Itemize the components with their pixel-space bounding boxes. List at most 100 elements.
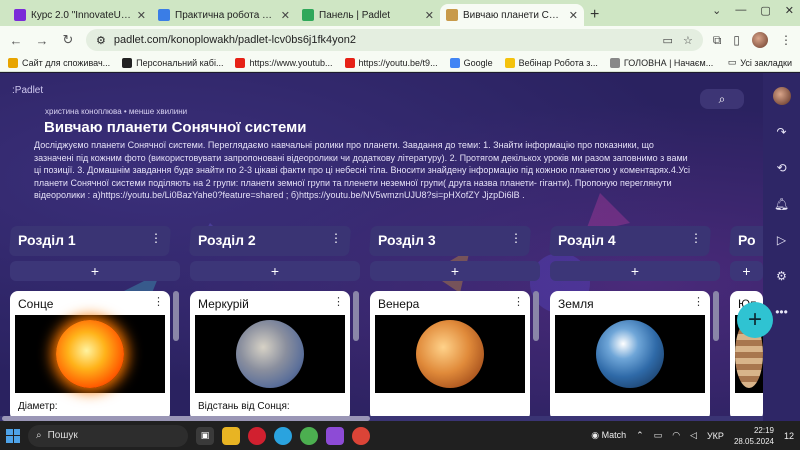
site-info-icon[interactable]: ⚙: [96, 34, 106, 47]
section-menu-icon[interactable]: ⋮: [150, 231, 162, 245]
more-icon[interactable]: •••: [773, 303, 791, 321]
post-image[interactable]: [555, 315, 705, 393]
mercury-planet-image: [236, 320, 304, 388]
browser-tab[interactable]: Практична робота №1 - Goog ✕: [152, 4, 296, 26]
close-window-icon[interactable]: ✕: [785, 4, 794, 17]
bookmark-item[interactable]: Google: [449, 57, 493, 68]
add-post-to-section-button[interactable]: +: [730, 261, 763, 281]
keyboard-language[interactable]: УКР: [707, 431, 724, 441]
bookmark-item[interactable]: https://www.youtub...: [235, 57, 333, 68]
close-tab-icon[interactable]: ✕: [569, 9, 578, 22]
chrome-icon[interactable]: [352, 426, 370, 445]
maximize-icon[interactable]: ▢: [760, 4, 770, 17]
post-image[interactable]: [195, 315, 345, 393]
bell-icon[interactable]: 🔔︎: [773, 195, 791, 213]
column-scrollbar[interactable]: [533, 291, 539, 341]
bookmark-item[interactable]: Сайт для споживач...: [8, 57, 110, 68]
earth-planet-image: [596, 320, 664, 388]
add-post-button[interactable]: +: [737, 302, 773, 338]
post-card[interactable]: Земля ⋮: [550, 291, 710, 421]
clock-date: 28.05.2024: [733, 436, 774, 446]
share-icon[interactable]: ↷: [773, 123, 791, 141]
remake-icon[interactable]: ⟲: [773, 159, 791, 177]
window-controls: ⌄ — ▢ ✕: [712, 4, 794, 17]
plus-icon: +: [270, 263, 280, 279]
network-icon[interactable]: ▭: [654, 430, 663, 441]
weather-widget[interactable]: ◉ Match: [591, 430, 626, 441]
post-card[interactable]: Меркурій ⋮ Відстань від Сонця:: [190, 291, 350, 421]
section-menu-icon[interactable]: ⋮: [510, 231, 522, 245]
post-image[interactable]: [375, 315, 525, 393]
bookmark-item[interactable]: Вебінар Робота з...: [504, 57, 598, 68]
bookmark-favicon-icon: [609, 57, 620, 68]
post-title: Меркурій: [198, 297, 249, 311]
slideshow-icon[interactable]: ▷: [773, 231, 791, 249]
column-scrollbar[interactable]: [173, 291, 179, 341]
browser-menu-icon[interactable]: ⋮: [780, 33, 792, 47]
task-view-icon[interactable]: ▣: [196, 426, 214, 445]
app-icon[interactable]: [326, 426, 344, 445]
post-menu-icon[interactable]: ⋮: [513, 295, 524, 308]
close-tab-icon[interactable]: ✕: [281, 9, 290, 22]
bookmark-star-icon[interactable]: ☆: [683, 34, 693, 47]
post-menu-icon[interactable]: ⋮: [333, 295, 344, 308]
profile-avatar[interactable]: [752, 32, 768, 48]
add-post-to-section-button[interactable]: +: [370, 261, 540, 281]
settings-icon[interactable]: ⚙: [773, 267, 791, 285]
close-tab-icon[interactable]: ✕: [137, 9, 146, 22]
post-card[interactable]: Венера ⋮: [370, 291, 530, 421]
close-tab-icon[interactable]: ✕: [425, 9, 434, 22]
tab-favicon-icon: [302, 9, 314, 21]
tab-search-icon[interactable]: ⌄: [712, 4, 721, 17]
minimize-icon[interactable]: —: [735, 4, 746, 17]
telegram-icon[interactable]: [274, 426, 292, 445]
opera-icon[interactable]: [248, 426, 266, 445]
back-icon[interactable]: ←: [8, 33, 24, 48]
post-menu-icon[interactable]: ⋮: [693, 295, 704, 308]
cast-icon[interactable]: ▭: [663, 34, 673, 47]
windows-taskbar: ⌕ Пошук ▣ ◉ Match ⌃ ▭ ◠ ◁ УКР 22:19 28.05…: [0, 421, 800, 450]
chrome-icon[interactable]: [300, 426, 318, 445]
column-scrollbar[interactable]: [353, 291, 359, 341]
clock[interactable]: 22:19 28.05.2024: [734, 425, 774, 447]
browser-tab-active[interactable]: Вивчаю планети Сонячної сис ✕: [440, 4, 584, 26]
extensions-icon[interactable]: ⧉: [713, 33, 722, 48]
post-image[interactable]: [15, 315, 165, 393]
taskbar-search[interactable]: ⌕ Пошук: [28, 424, 188, 447]
reload-icon[interactable]: ↻: [60, 32, 76, 48]
tab-favicon-icon: [158, 9, 170, 21]
post-card[interactable]: Сонце ⋮ Діаметр:: [10, 291, 170, 421]
section-label: Розділ 3: [378, 232, 436, 248]
padlet-logo[interactable]: :Padlet: [12, 85, 43, 96]
side-panel-icon[interactable]: ▯: [733, 33, 740, 47]
venus-planet-image: [416, 320, 484, 388]
section-menu-icon[interactable]: ⋮: [690, 231, 702, 245]
browser-tab[interactable]: Панель | Padlet ✕: [296, 4, 440, 26]
wifi-icon[interactable]: ◠: [672, 430, 680, 441]
windows-start-icon[interactable]: [6, 428, 20, 443]
post-menu-icon[interactable]: ⋮: [153, 295, 164, 308]
address-bar[interactable]: ⚙ padlet.com/konoplowakh/padlet-lcv0bs6j…: [86, 29, 703, 51]
browser-tab[interactable]: Курс 2.0 "InnovateU: розвиток ✕: [8, 4, 152, 26]
all-bookmarks[interactable]: ▭ Усі закладки: [728, 57, 792, 68]
section-menu-icon[interactable]: ⋮: [330, 231, 342, 245]
user-avatar[interactable]: [772, 87, 791, 105]
file-explorer-icon[interactable]: [222, 426, 240, 445]
column-scrollbar[interactable]: [713, 291, 719, 341]
padlet-sidebar: ↷ ⟲ 🔔︎ ▷ ⚙ •••: [763, 73, 800, 421]
plus-icon: +: [90, 263, 100, 279]
notification-badge[interactable]: 12: [784, 431, 794, 441]
add-post-to-section-button[interactable]: +: [10, 261, 180, 281]
bookmark-item[interactable]: ГОЛОВНА | Начаєм...: [609, 57, 713, 68]
forward-icon[interactable]: →: [34, 33, 50, 48]
add-post-to-section-button[interactable]: +: [190, 261, 360, 281]
bookmark-item[interactable]: Персональний кабі...: [122, 57, 223, 68]
speaker-icon[interactable]: ◁: [690, 430, 697, 441]
post-title: Сонце: [18, 297, 54, 311]
section-label: Ро: [738, 232, 756, 248]
tray-chevron-icon[interactable]: ⌃: [636, 430, 644, 441]
bookmark-item[interactable]: https://youtu.be/t9...: [344, 57, 438, 68]
search-button[interactable]: ⌕: [700, 89, 744, 109]
add-post-to-section-button[interactable]: +: [550, 261, 720, 281]
new-tab-icon[interactable]: +: [590, 4, 599, 26]
